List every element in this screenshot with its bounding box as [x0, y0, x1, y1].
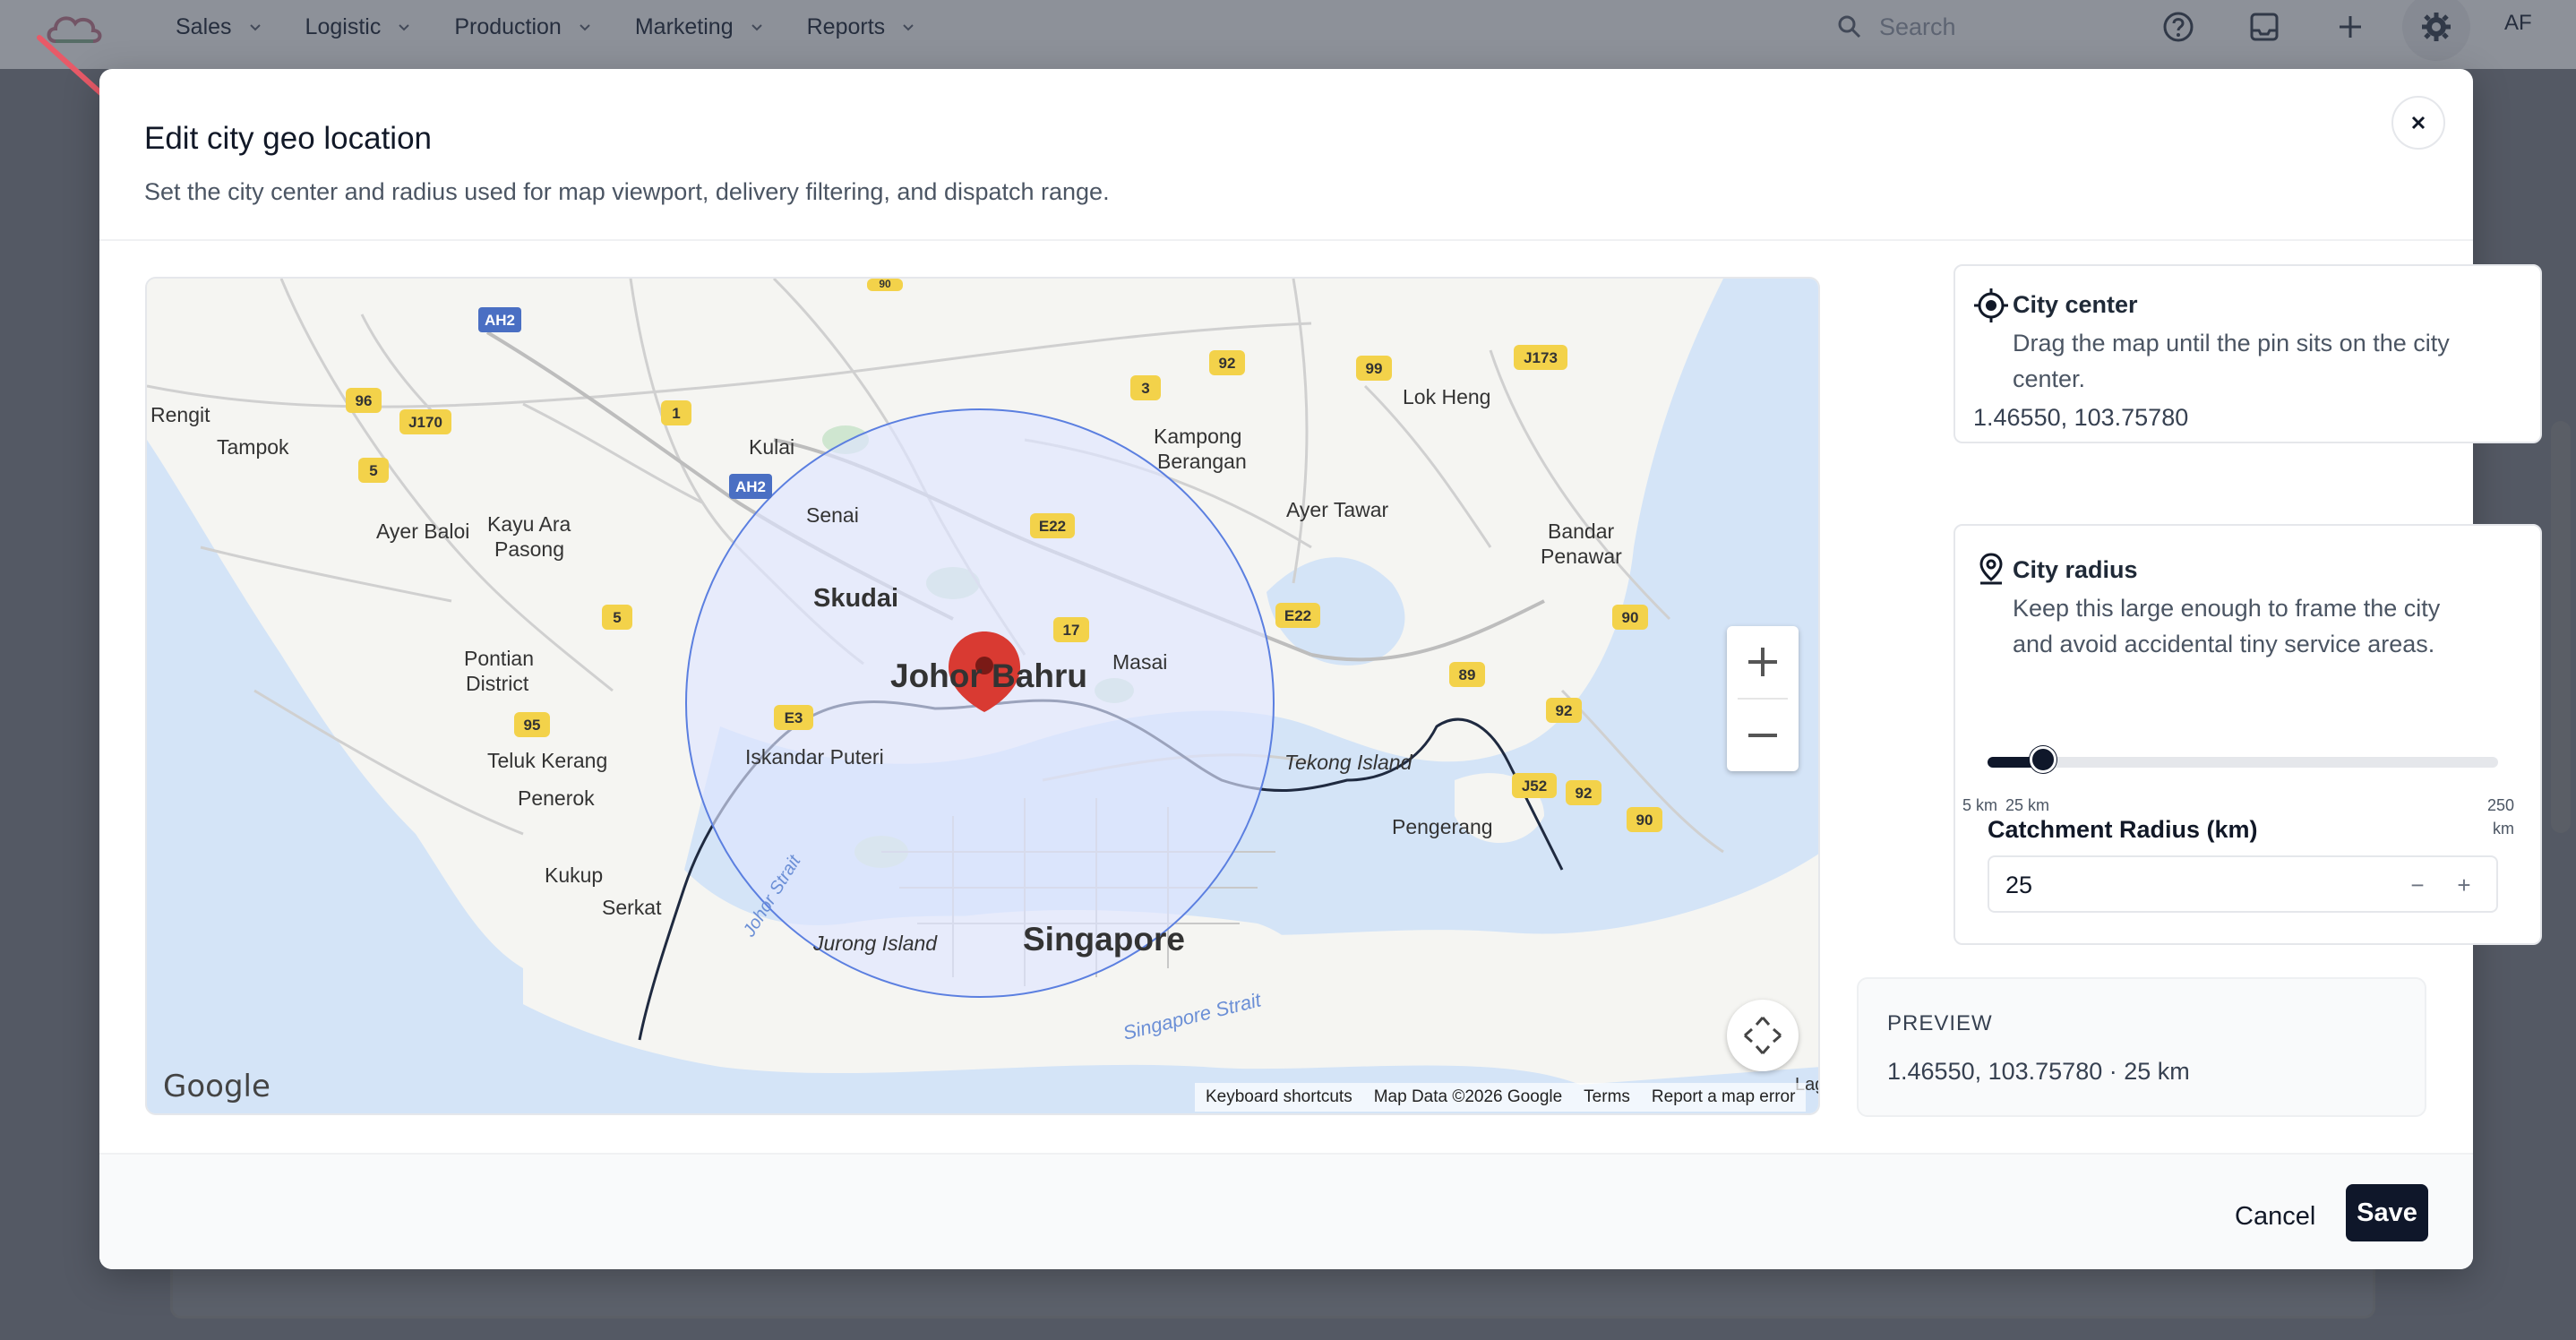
map-label: Tekong Island — [1284, 751, 1413, 774]
cancel-button[interactable]: Cancel — [2231, 1192, 2319, 1241]
page-scrollbar[interactable] — [2551, 421, 2571, 833]
map-label: Penerok — [518, 786, 595, 810]
map-label: Kukup — [545, 863, 603, 887]
map-label: Pontian — [464, 647, 534, 670]
map-attribution: Keyboard shortcuts Map Data ©2026 Google… — [1195, 1083, 1807, 1112]
zoom-in-button[interactable] — [1727, 626, 1799, 698]
save-button[interactable]: Save — [2346, 1184, 2428, 1241]
map-shield: E3 — [785, 709, 803, 726]
preview-value: 1.46550, 103.75780 · 25 km — [1887, 1058, 2190, 1085]
city-radius-card: City radius Keep this large enough to fr… — [1953, 524, 2542, 945]
map-label: Serkat — [602, 896, 662, 919]
slider-max-unit: km — [2493, 820, 2514, 838]
map-label: Kayu Ara — [487, 512, 571, 536]
minus-icon — [1748, 734, 1777, 737]
map-shield: E22 — [1284, 607, 1311, 624]
map-canvas[interactable]: AH2 AH2 96 J170 5 1 3 92 99 J173 E22 E22… — [147, 279, 1820, 1115]
map-shield: J52 — [1522, 777, 1547, 795]
city-center-title: City center — [2013, 291, 2138, 318]
map-shield: 92 — [1556, 702, 1573, 719]
map-label: Masai — [1112, 650, 1167, 674]
modal-subtitle: Set the city center and radius used for … — [144, 178, 1110, 205]
decrement-button[interactable]: − — [2401, 868, 2434, 902]
zoom-out-button[interactable] — [1727, 700, 1799, 771]
map-shield: 95 — [524, 717, 541, 734]
city-center-coordinates: 1.46550, 103.75780 — [1973, 404, 2189, 431]
map-label: Skudai — [813, 584, 898, 613]
terms-link[interactable]: Terms — [1584, 1087, 1630, 1107]
map-shield: 90 — [1622, 609, 1639, 626]
map-shield: AH2 — [735, 478, 766, 495]
catchment-radius-label: Catchment Radius (km) — [1988, 816, 2258, 843]
map-label: Teluk Kerang — [487, 749, 607, 772]
report-error-link[interactable]: Report a map error — [1652, 1087, 1796, 1107]
map-label: Jurong Island — [812, 932, 938, 955]
map-data-text: Map Data ©2026 Google — [1373, 1087, 1563, 1106]
map-label: Rengit — [150, 403, 210, 426]
map-label: Bandar — [1548, 520, 1615, 543]
zoom-controls — [1727, 626, 1799, 771]
map-label: Tampok — [217, 435, 289, 459]
map-label: Iskandar Puteri — [745, 745, 884, 769]
map-shield: J173 — [1524, 349, 1558, 366]
edit-geo-modal: Edit city geo location Set the city cent… — [99, 69, 2542, 1269]
map-shield: 90 — [1636, 812, 1653, 829]
close-button[interactable] — [2391, 96, 2445, 150]
map-shield: 5 — [369, 462, 377, 479]
map-shield: 17 — [1063, 622, 1080, 639]
catchment-radius-input[interactable]: 25 − + — [1988, 855, 2498, 913]
map-label: Penawar — [1541, 545, 1622, 568]
map-shield: 96 — [356, 392, 373, 409]
modal-footer: Cancel Save — [99, 1153, 2473, 1269]
close-icon — [2411, 116, 2426, 130]
map-shield: J170 — [408, 414, 442, 431]
map-label: District — [466, 672, 529, 695]
google-logo: Google — [163, 1069, 270, 1104]
map-label: Lok Heng — [1403, 385, 1490, 408]
map-shield: E22 — [1039, 518, 1066, 535]
slider-min-label: 5 km — [1962, 796, 1998, 814]
map-label: Berangan — [1157, 450, 1247, 473]
preview-card: PREVIEW 1.46550, 103.75780 · 25 km — [1857, 977, 2426, 1117]
map-shield: 90 — [879, 279, 891, 290]
city-radius-description: Keep this large enough to frame the city… — [2013, 595, 2441, 657]
map-pin-icon — [1979, 553, 2003, 585]
map-shield: 3 — [1141, 380, 1149, 397]
map-shield: 92 — [1219, 355, 1236, 372]
plus-icon — [1748, 648, 1777, 676]
map-shield: 5 — [613, 609, 621, 626]
map-label: Pengerang — [1392, 815, 1493, 838]
catchment-radius-value[interactable]: 25 — [2005, 872, 2032, 899]
city-center-card: City center Drag the map until the pin s… — [1953, 264, 2542, 443]
modal-title: Edit city geo location — [144, 121, 433, 156]
city-radius-title: City radius — [2013, 556, 2138, 583]
slider-thumb[interactable] — [2030, 746, 2057, 773]
map-label: Singapore — [1023, 921, 1185, 958]
map-shield: AH2 — [485, 312, 515, 329]
map-label: Kampong — [1154, 425, 1241, 448]
map-label: Senai — [806, 503, 859, 527]
city-map[interactable]: AH2 AH2 96 J170 5 1 3 92 99 J173 E22 E22… — [145, 277, 1820, 1115]
slider-max-label: 250 — [2487, 796, 2515, 814]
map-shield: 1 — [672, 405, 680, 422]
map-shield: 99 — [1366, 360, 1383, 377]
map-shield: 92 — [1576, 785, 1593, 802]
map-label: Kulai — [749, 435, 794, 459]
slider-value-label: 25 km — [2005, 796, 2050, 814]
crosshair-icon — [1974, 288, 2008, 322]
radius-slider[interactable] — [1988, 746, 2498, 773]
map-label: Ayer Tawar — [1286, 498, 1389, 521]
move-arrows-icon — [1744, 1017, 1782, 1054]
map-label: Ayer Baloi — [376, 520, 469, 543]
header-divider — [99, 239, 2473, 241]
city-center-description: Drag the map until the pin sits on the c… — [2013, 330, 2450, 392]
map-shield: 89 — [1459, 666, 1476, 683]
map-camera-button[interactable] — [1727, 1000, 1799, 1071]
increment-button[interactable]: + — [2448, 868, 2480, 902]
map-label: Pasong — [494, 537, 564, 561]
keyboard-shortcuts-link[interactable]: Keyboard shortcuts — [1206, 1087, 1352, 1107]
map-label: Johor Bahru — [890, 657, 1087, 694]
preview-label: PREVIEW — [1887, 1011, 1993, 1035]
